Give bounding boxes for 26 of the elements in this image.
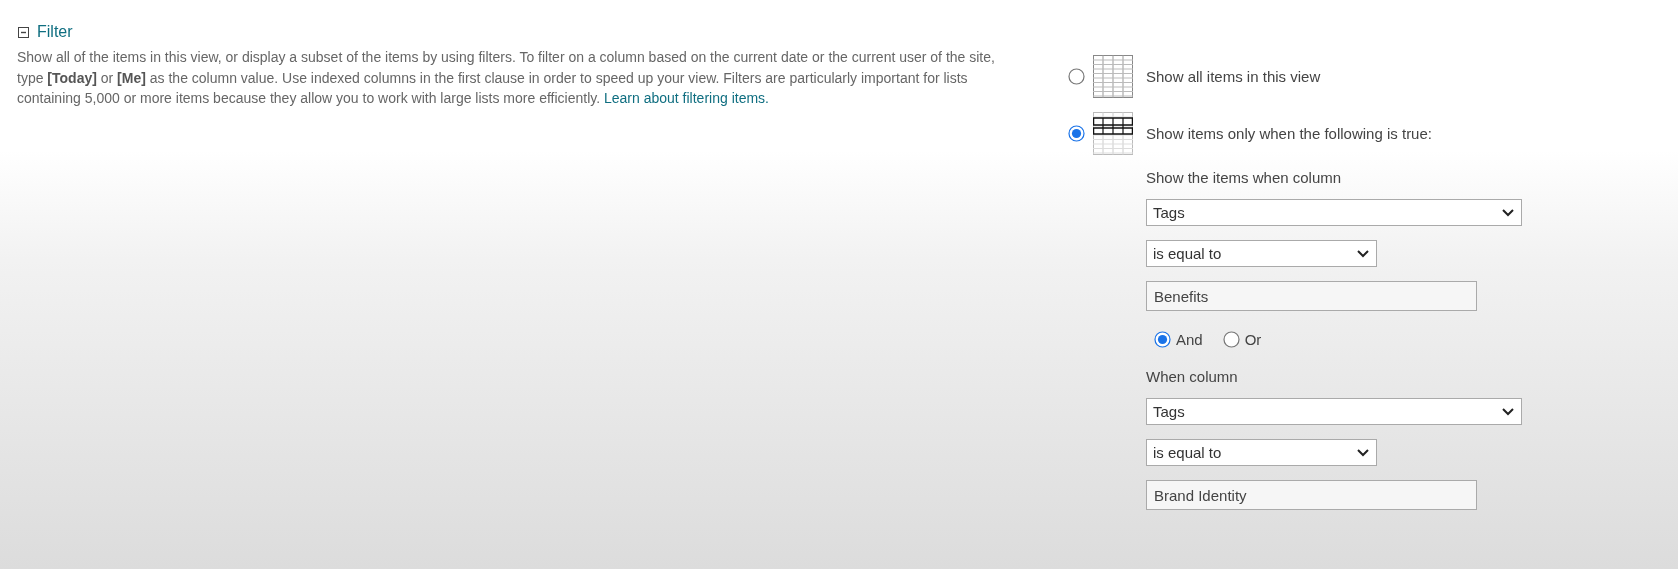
- operator-dropdown[interactable]: is equal to: [1146, 240, 1377, 267]
- option-label: And: [1176, 331, 1203, 348]
- chevron-down-icon: [1356, 249, 1370, 258]
- column-dropdown[interactable]: Tags: [1146, 398, 1522, 425]
- value-field[interactable]: Brand Identity: [1146, 480, 1477, 510]
- filtered-table-icon: [1093, 112, 1133, 155]
- field-label: Show the items when column: [1146, 169, 1342, 186]
- option-label: Show all items in this view: [1146, 68, 1321, 85]
- option-label: Show items only when the following is true:: [1146, 125, 1432, 142]
- radio-button[interactable]: [1068, 125, 1085, 142]
- chevron-down-icon: [1501, 208, 1515, 217]
- collapse-icon[interactable]: [18, 26, 29, 38]
- column-dropdown[interactable]: Tags: [1146, 199, 1522, 226]
- description-text: Show all of the items in this view, or display a subset of the items by using filters. To filter on a column based on the current date or the current user of the site, type [Today] or [Me] as the column value. Use indexed columns in the first clause in order to speed up your view. Filters are particularly important for lists containing 5,000 or more items because they allow you to work with large lists more efficiently. Learn about filtering items.: [17, 48, 996, 108]
- operator-dropdown[interactable]: is equal to: [1146, 439, 1377, 466]
- radio-button[interactable]: [1068, 68, 1085, 85]
- field-label: When column: [1146, 368, 1238, 385]
- option-label: Or: [1244, 331, 1262, 348]
- value-field[interactable]: Benefits: [1146, 281, 1477, 311]
- radio-button[interactable]: [1222, 331, 1240, 348]
- chevron-down-icon: [1501, 407, 1515, 416]
- radio-button[interactable]: [1154, 331, 1171, 348]
- learn-more-link[interactable]: Learn about filtering items.: [604, 90, 769, 106]
- section-title: Filter: [37, 23, 73, 41]
- chevron-down-icon: [1356, 448, 1370, 457]
- table-icon: [1093, 55, 1133, 98]
